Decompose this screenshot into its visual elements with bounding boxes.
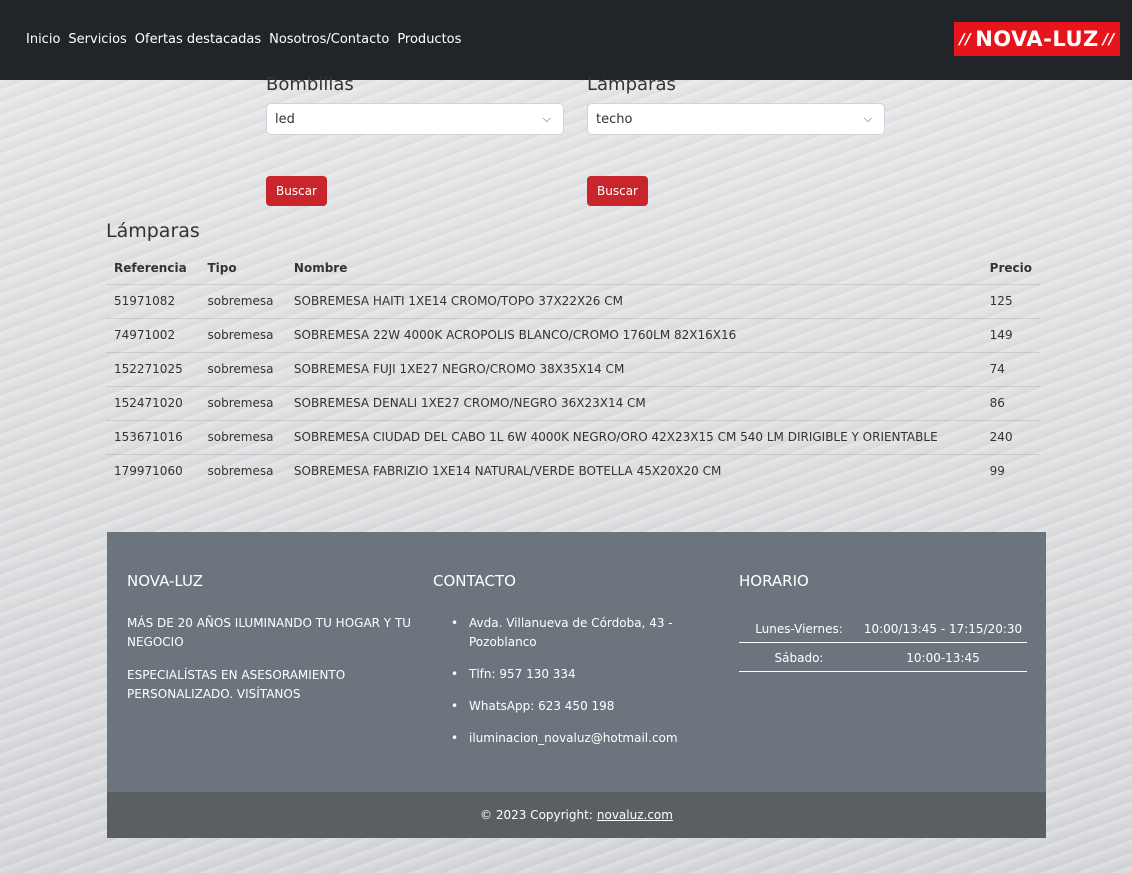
nav-link-servicios[interactable]: Servicios <box>68 32 126 47</box>
hours-table: Lunes-Viernes: 10:00/13:45 - 17:15/20:30… <box>739 614 1027 672</box>
brand-logo[interactable]: ∕∕ NOVA-LUZ ∕∕ <box>954 22 1120 56</box>
lightning-icon: ∕∕ <box>959 30 972 48</box>
table-header-row: Referencia Tipo Nombre Precio <box>106 252 1040 284</box>
cell-tipo: sobremesa <box>199 419 286 454</box>
cell-precio: 86 <box>981 385 1040 420</box>
nav-link-productos[interactable]: Productos <box>397 32 461 47</box>
footer-contact-title: CONTACTO <box>433 572 516 590</box>
brand-logo-text: NOVA-LUZ <box>975 27 1099 51</box>
footer-brand-line1: MÁS DE 20 AÑOS ILUMINANDO TU HOGAR Y TU … <box>127 616 412 649</box>
bombillas-search: Bombillas led ⌵ <box>266 74 566 135</box>
cell-referencia: 152271025 <box>106 351 200 386</box>
cell-referencia: 179971060 <box>106 453 200 488</box>
footer-hours: HORARIO Lunes-Viernes: 10:00/13:45 - 17:… <box>739 572 1039 672</box>
lamparas-select[interactable]: techo ⌵ <box>587 103 885 135</box>
table-row: 51971082 sobremesa SOBREMESA HAITI 1XE14… <box>106 283 1040 318</box>
table-row: 152471020 sobremesa SOBREMESA DENALI 1XE… <box>106 385 1040 420</box>
site-footer: NOVA-LUZ MÁS DE 20 AÑOS ILUMINANDO TU HO… <box>107 532 1046 838</box>
nav-link-ofertas[interactable]: Ofertas destacadas <box>135 32 261 47</box>
lamparas-label: Lámparas <box>587 74 676 95</box>
cell-tipo: sobremesa <box>199 351 286 386</box>
cell-precio: 240 <box>981 419 1040 454</box>
top-navbar: Inicio Servicios Ofertas destacadas Noso… <box>0 0 1132 80</box>
column-header-referencia: Referencia <box>114 260 187 275</box>
lightning-icon: ∕∕ <box>1102 30 1115 48</box>
cell-precio: 125 <box>981 283 1040 318</box>
table-row: 74971002 sobremesa SOBREMESA 22W 4000K A… <box>106 317 1040 352</box>
cell-referencia: 152471020 <box>106 385 200 420</box>
bullet-icon: • <box>451 731 459 745</box>
contact-email: iluminacion_novaluz@hotmail.com <box>469 731 678 745</box>
table-row: Sábado: 10:00-13:45 <box>739 642 1027 672</box>
footer-hours-title: HORARIO <box>739 572 809 590</box>
hours-day: Lunes-Viernes: <box>739 614 859 643</box>
cell-nombre: SOBREMESA HAITI 1XE14 CROMO/TOPO 37X22X2… <box>285 283 982 318</box>
cell-referencia: 51971082 <box>106 283 200 318</box>
buscar-bombillas-button[interactable]: Buscar <box>266 176 327 206</box>
chevron-down-icon: ⌵ <box>863 112 872 125</box>
lamparas-select-value: techo <box>596 111 633 127</box>
copyright-text: © 2023 Copyright: <box>480 808 593 822</box>
cell-tipo: sobremesa <box>199 283 286 318</box>
bullet-icon: • <box>451 616 459 630</box>
bombillas-select[interactable]: led ⌵ <box>266 103 564 135</box>
cell-precio: 74 <box>981 351 1040 386</box>
footer-brand-title: NOVA-LUZ <box>127 572 204 590</box>
lamparas-search: Lámparas techo ⌵ <box>587 74 887 135</box>
cell-tipo: sobremesa <box>199 385 286 420</box>
cell-precio: 99 <box>981 453 1040 488</box>
table-row: 152271025 sobremesa SOBREMESA FUJI 1XE27… <box>106 351 1040 386</box>
cell-nombre: SOBREMESA 22W 4000K ACROPOLIS BLANCO/CRO… <box>285 317 982 352</box>
contact-phone: Tlfn: 957 130 334 <box>469 667 576 681</box>
hours-day: Sábado: <box>739 642 859 672</box>
column-header-precio: Precio <box>989 260 1032 275</box>
cell-nombre: SOBREMESA CIUDAD DEL CABO 1L 6W 4000K NE… <box>285 419 982 454</box>
contact-address: Avda. Villanueva de Córdoba, 43 - Pozobl… <box>469 616 673 649</box>
table-row: 153671016 sobremesa SOBREMESA CIUDAD DEL… <box>106 419 1040 454</box>
list-item: • Avda. Villanueva de Córdoba, 43 - Pozob… <box>433 614 723 652</box>
footer-brand-line2: ESPECIALÍSTAS EN ASESORAMIENTO PERSONALI… <box>127 668 346 701</box>
cell-precio: 149 <box>981 317 1040 352</box>
bombillas-select-value: led <box>275 111 295 127</box>
column-header-nombre: Nombre <box>293 260 348 275</box>
results-title: Lámparas <box>106 220 200 242</box>
cell-tipo: sobremesa <box>199 453 286 488</box>
copyright-link[interactable]: novaluz.com <box>597 808 673 822</box>
table-row: 179971060 sobremesa SOBREMESA FABRIZIO 1… <box>106 453 1040 488</box>
cell-nombre: SOBREMESA FABRIZIO 1XE14 NATURAL/VERDE B… <box>285 453 982 488</box>
bullet-icon: • <box>451 667 459 681</box>
list-item: • Tlfn: 957 130 334 <box>433 665 723 684</box>
nav-link-inicio[interactable]: Inicio <box>26 32 60 47</box>
results-table: Referencia Tipo Nombre Precio 51971082 s… <box>106 252 1040 488</box>
hours-time: 10:00-13:45 <box>859 642 1027 672</box>
nav-link-contacto[interactable]: Nosotros/Contacto <box>269 32 389 47</box>
buscar-lamparas-button[interactable]: Buscar <box>587 176 648 206</box>
footer-contact: CONTACTO • Avda. Villanueva de Córdoba, 4… <box>433 572 723 761</box>
column-header-tipo: Tipo <box>207 260 237 275</box>
cell-nombre: SOBREMESA DENALI 1XE27 CROMO/NEGRO 36X23… <box>285 385 982 420</box>
contact-whatsapp: WhatsApp: 623 450 198 <box>469 699 615 713</box>
cell-referencia: 74971002 <box>106 317 200 352</box>
bullet-icon: • <box>451 699 459 713</box>
contact-list: • Avda. Villanueva de Córdoba, 43 - Pozob… <box>433 614 723 748</box>
cell-nombre: SOBREMESA FUJI 1XE27 NEGRO/CROMO 38X35X1… <box>285 351 982 386</box>
main-nav: Inicio Servicios Ofertas destacadas Noso… <box>26 32 461 47</box>
hours-time: 10:00/13:45 - 17:15/20:30 <box>859 614 1027 643</box>
copyright-bar: © 2023 Copyright: novaluz.com <box>107 792 1046 838</box>
cell-referencia: 153671016 <box>106 419 200 454</box>
cell-tipo: sobremesa <box>199 317 286 352</box>
list-item: • iluminacion_novaluz@hotmail.com <box>433 729 723 748</box>
chevron-down-icon: ⌵ <box>542 112 551 125</box>
bombillas-label: Bombillas <box>266 74 354 95</box>
list-item: • WhatsApp: 623 450 198 <box>433 697 723 716</box>
table-row: Lunes-Viernes: 10:00/13:45 - 17:15/20:30 <box>739 614 1027 643</box>
footer-brand: NOVA-LUZ MÁS DE 20 AÑOS ILUMINANDO TU HO… <box>127 572 417 718</box>
